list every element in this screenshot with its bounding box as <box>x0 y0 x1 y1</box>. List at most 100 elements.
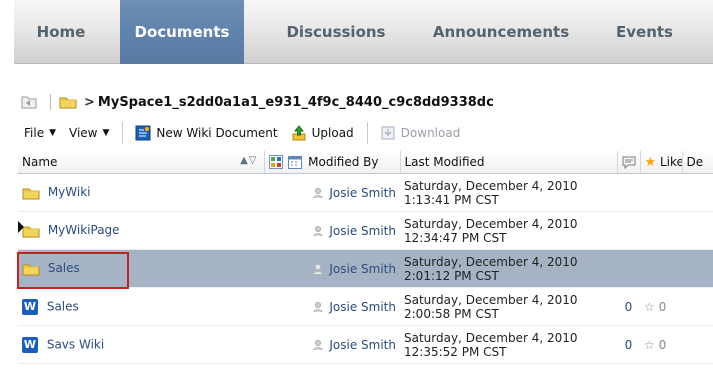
document-link[interactable]: MyWikiPage <box>48 223 120 237</box>
like-count-cell <box>640 249 682 288</box>
tab-documents[interactable]: Documents <box>120 0 244 64</box>
star-icon: ☆ <box>644 337 655 352</box>
document-link[interactable]: Sales <box>48 261 80 275</box>
like-count-cell <box>640 211 682 250</box>
breadcrumb-path[interactable]: MySpace1_s2dd0a1a1_e931_4f9c_8440_c9c8dd… <box>98 95 494 110</box>
last-modified-time: 2:00:58 PM CST <box>404 306 499 321</box>
star-icon: ★ <box>644 154 657 170</box>
new-wiki-document-button[interactable]: New Wiki Document <box>135 125 278 141</box>
top-navigation: Home Documents Discussions Announcements… <box>14 0 713 64</box>
upload-icon <box>291 125 307 141</box>
last-modified-column-header[interactable]: Last Modified <box>400 151 618 174</box>
comments-column-header[interactable] <box>617 151 641 174</box>
toolbar-divider <box>366 122 368 144</box>
expand-arrow-icon[interactable] <box>18 221 24 233</box>
breadcrumb-arrow: > <box>84 94 95 110</box>
folder-icon <box>59 95 77 109</box>
table-row[interactable]: MyWiki Josie Smith Saturday, December 4,… <box>18 173 713 212</box>
folder-icon <box>22 224 40 238</box>
like-count-cell <box>640 173 682 212</box>
last-modified-cell: Saturday, December 4, 2010 1:13:41 PM CS… <box>400 173 617 212</box>
user-link[interactable]: Josie Smith <box>329 186 396 200</box>
document-link[interactable]: Sales <box>47 299 79 313</box>
extra-column-header[interactable]: De <box>682 151 713 174</box>
comment-icon <box>622 155 636 170</box>
extra-cell <box>682 325 713 364</box>
extra-cell <box>682 287 713 326</box>
document-link[interactable]: MyWiki <box>48 185 91 199</box>
star-icon: ☆ <box>644 299 655 314</box>
last-modified-time: 12:34:47 PM CST <box>404 230 507 245</box>
modified-by-cell: Josie Smith <box>264 325 400 364</box>
last-modified-date: Saturday, December 4, 2010 <box>404 178 578 193</box>
column-chooser-icon[interactable] <box>268 155 283 170</box>
comment-count-cell <box>617 173 640 212</box>
like-column-header[interactable]: ★ Like <box>640 151 683 174</box>
last-modified-date: Saturday, December 4, 2010 <box>404 254 578 269</box>
modified-by-cell: Josie Smith <box>264 249 400 288</box>
user-link[interactable]: Josie Smith <box>329 224 396 238</box>
extra-cell <box>682 211 713 250</box>
last-modified-date: Saturday, December 4, 2010 <box>404 292 578 307</box>
extra-cell <box>682 249 713 288</box>
breadcrumb-folder-icon[interactable] <box>20 94 38 110</box>
toolbar-divider <box>122 122 124 144</box>
table-row[interactable]: Sales Josie Smith Saturday, December 4, … <box>18 249 713 288</box>
modified-by-cell: Josie Smith <box>264 211 400 250</box>
download-icon <box>380 125 396 141</box>
documents-table: Name ▲▽ Modified By Last Modified ★ Like… <box>18 151 713 364</box>
sort-icons[interactable]: ▲▽ <box>240 155 257 166</box>
name-cell[interactable]: MyWikiPage <box>18 211 264 250</box>
name-column-header[interactable]: Name ▲▽ <box>18 151 265 174</box>
table-row[interactable]: MyWikiPage Josie Smith Saturday, Decembe… <box>18 211 713 250</box>
download-button[interactable]: Download <box>380 125 460 141</box>
chevron-down-icon: ▼ <box>49 128 57 138</box>
breadcrumb-separator <box>50 94 51 110</box>
name-cell[interactable]: MyWiki <box>18 173 264 212</box>
extra-cell <box>682 173 713 212</box>
chevron-down-icon: ▼ <box>102 128 110 138</box>
name-cell[interactable]: Sales <box>18 249 264 288</box>
person-icon <box>312 301 324 313</box>
new-wiki-document-icon <box>135 125 151 141</box>
tab-announcements[interactable]: Announcements <box>412 0 590 64</box>
view-menu[interactable]: View ▼ <box>69 126 109 140</box>
folder-icon <box>22 186 40 200</box>
last-modified-date: Saturday, December 4, 2010 <box>404 330 578 345</box>
last-modified-time: 1:13:41 PM CST <box>404 192 499 207</box>
folder-icon <box>22 262 40 276</box>
person-icon <box>312 225 324 237</box>
tab-discussions[interactable]: Discussions <box>260 0 412 64</box>
comment-count-cell <box>617 249 640 288</box>
tab-home[interactable]: Home <box>14 0 108 64</box>
table-row[interactable]: W Savs Wiki Josie Smith Saturday, Decemb… <box>18 325 713 364</box>
like-count-cell: ☆ 0 <box>640 325 682 364</box>
last-modified-time: 2:01:12 PM CST <box>404 268 499 283</box>
modified-by-cell: Josie Smith <box>264 287 400 326</box>
table-header-row: Name ▲▽ Modified By Last Modified ★ Like… <box>18 151 713 174</box>
upload-button[interactable]: Upload <box>291 125 354 141</box>
last-modified-cell: Saturday, December 4, 2010 2:00:58 PM CS… <box>400 287 617 326</box>
last-modified-cell: Saturday, December 4, 2010 2:01:12 PM CS… <box>400 249 617 288</box>
file-menu[interactable]: File ▼ <box>24 126 56 140</box>
table-row[interactable]: W Sales Josie Smith Saturday, December 4… <box>18 287 713 326</box>
wiki-document-icon: W <box>22 336 38 353</box>
last-modified-cell: Saturday, December 4, 2010 12:34:47 PM C… <box>400 211 617 250</box>
name-cell[interactable]: W Savs Wiki <box>18 325 264 364</box>
user-link[interactable]: Josie Smith <box>329 300 396 314</box>
breadcrumb: > MySpace1_s2dd0a1a1_e931_4f9c_8440_c9c8… <box>20 93 494 111</box>
calendar-icon <box>288 155 303 170</box>
last-modified-time: 12:35:52 PM CST <box>404 344 507 359</box>
document-toolbar: File ▼ View ▼ New Wiki Document Upload D… <box>24 122 473 144</box>
person-icon <box>312 263 324 275</box>
person-icon <box>312 187 324 199</box>
modified-by-column-header[interactable]: Modified By <box>264 151 401 174</box>
tab-events[interactable]: Events <box>590 0 699 64</box>
user-link[interactable]: Josie Smith <box>329 262 396 276</box>
last-modified-cell: Saturday, December 4, 2010 12:35:52 PM C… <box>400 325 617 364</box>
document-link[interactable]: Savs Wiki <box>47 337 104 351</box>
like-count-cell: ☆ 0 <box>640 287 682 326</box>
name-cell[interactable]: W Sales <box>18 287 264 326</box>
comment-count-cell: 0 <box>617 325 640 364</box>
user-link[interactable]: Josie Smith <box>329 338 396 352</box>
